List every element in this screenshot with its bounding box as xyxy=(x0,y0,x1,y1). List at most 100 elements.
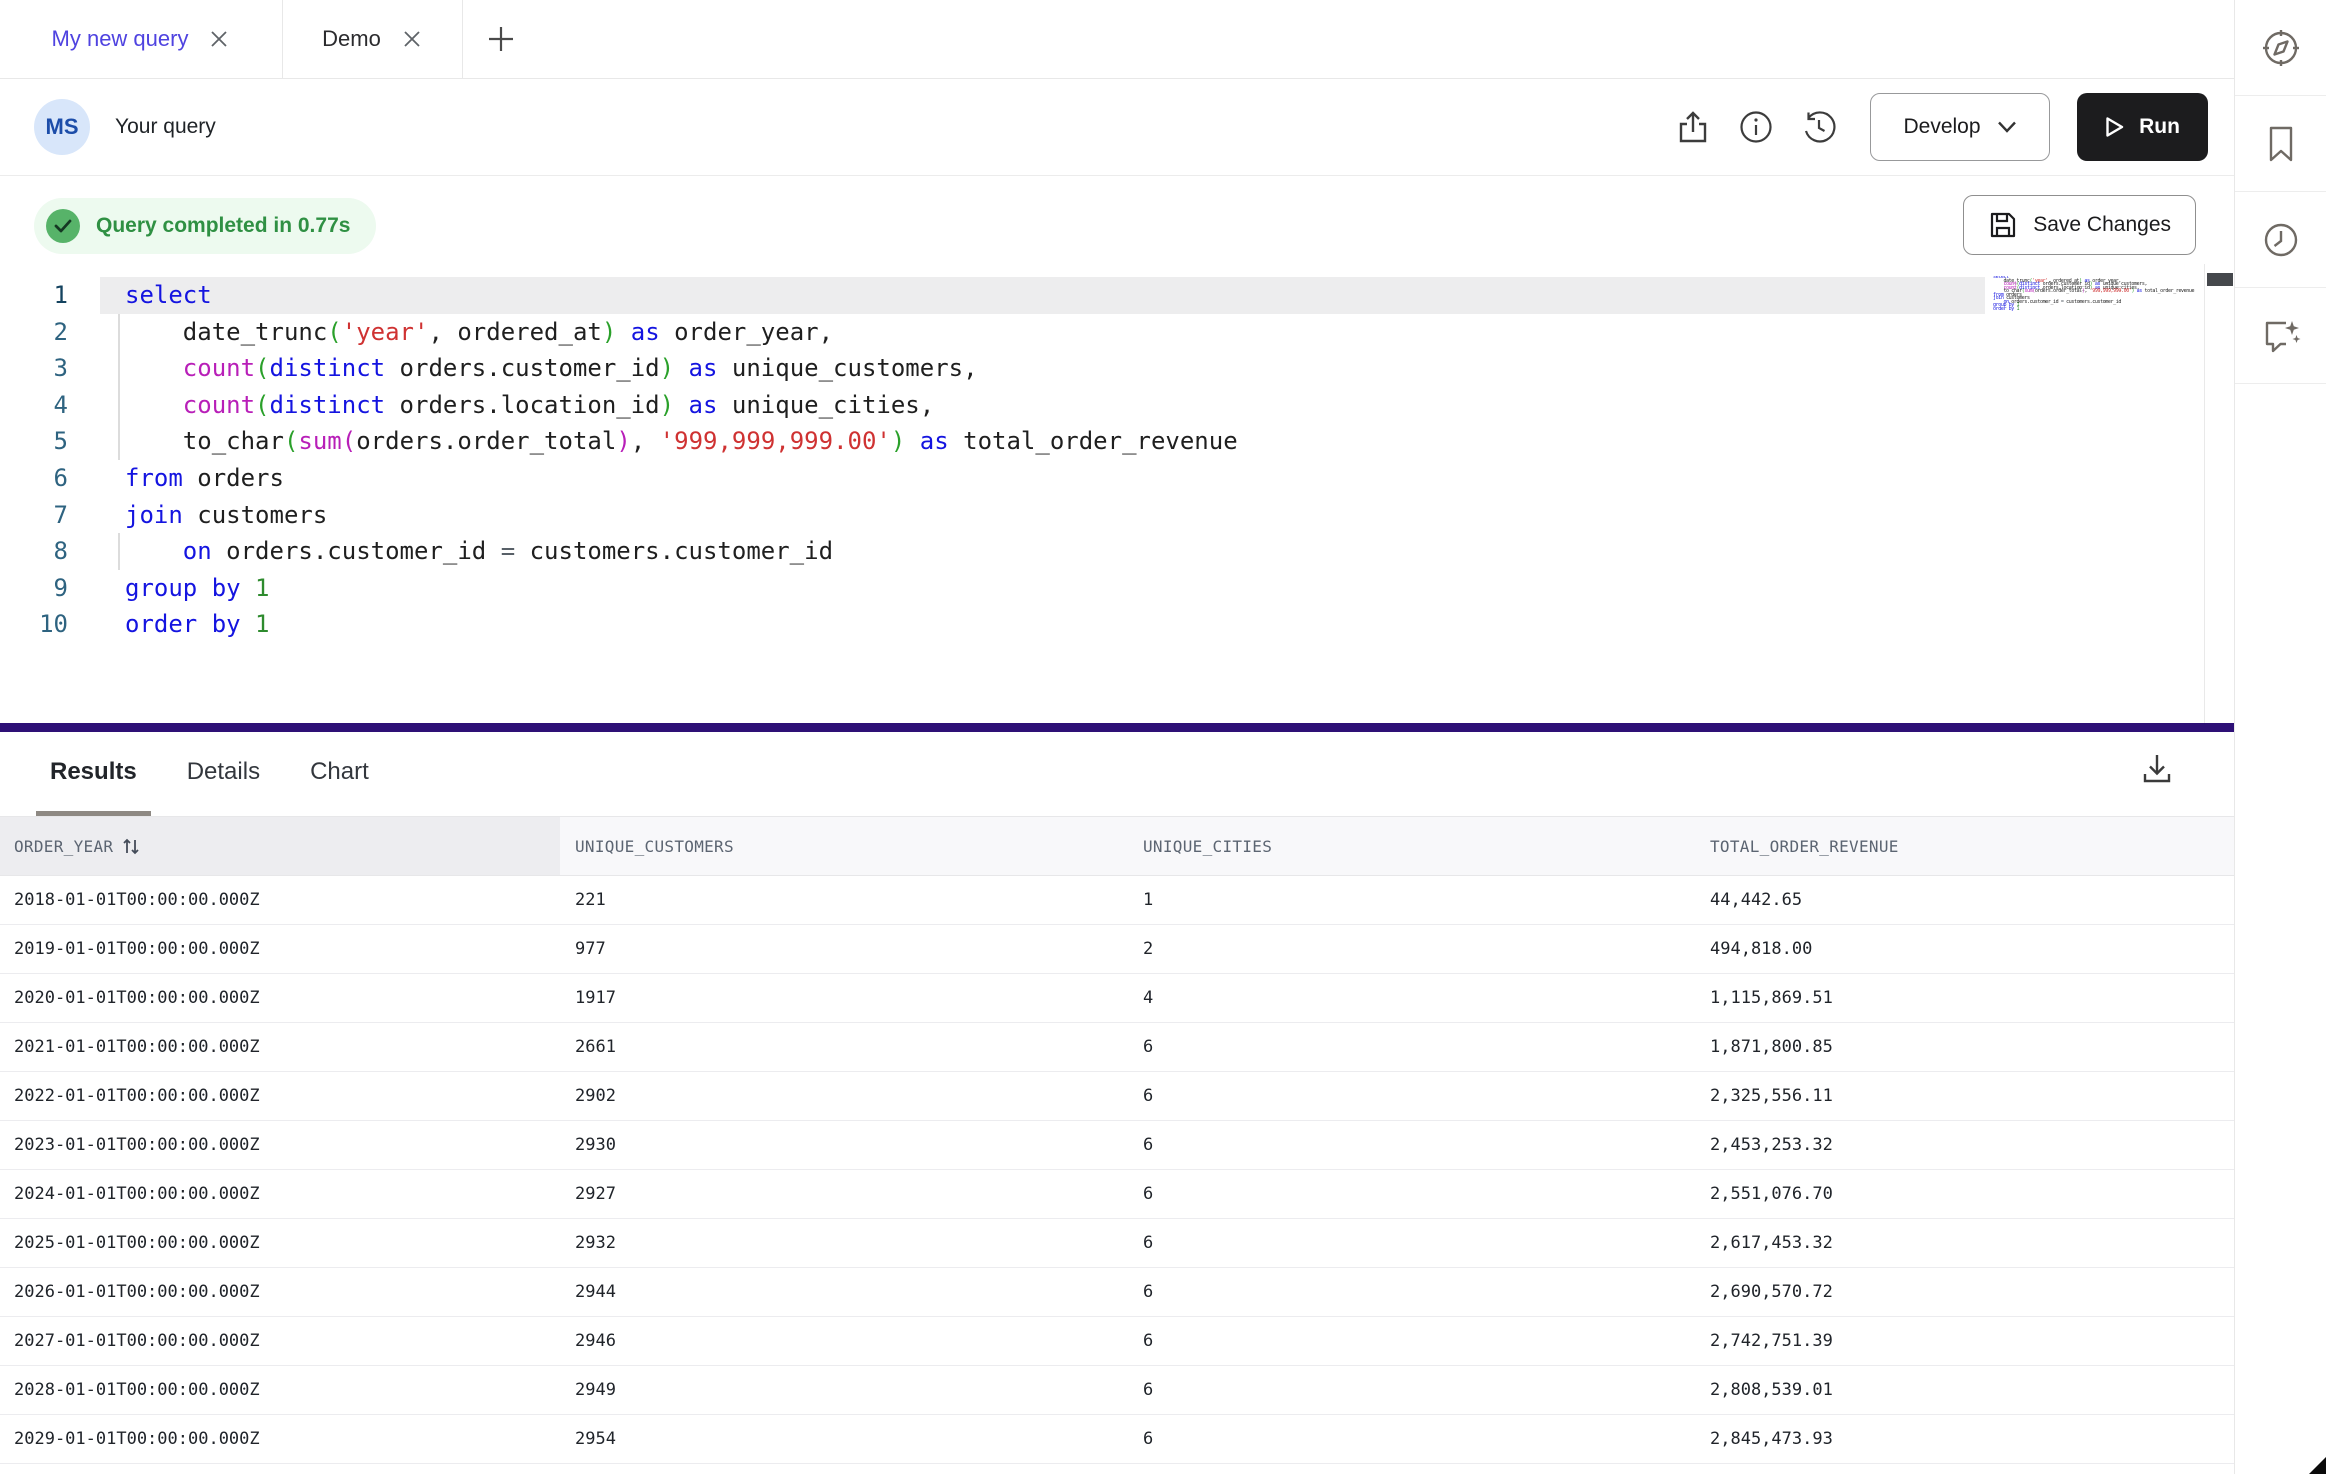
save-icon xyxy=(1988,210,2018,240)
table-cell: 2954 xyxy=(560,1415,1128,1463)
code-line[interactable]: 2 date_trunc('year', ordered_at) as orde… xyxy=(0,314,2234,351)
line-number: 3 xyxy=(0,350,68,387)
sql-editor[interactable]: 1select2 date_trunc('year', ordered_at) … xyxy=(0,264,2234,723)
results-grid-header: ORDER_YEAR UNIQUE_CUSTOMERS UNIQUE_CITIEST… xyxy=(0,816,2234,876)
run-label: Run xyxy=(2139,115,2180,139)
run-button[interactable]: Run xyxy=(2077,93,2208,161)
column-header-order_year[interactable]: ORDER_YEAR xyxy=(0,817,560,875)
table-cell: 2 xyxy=(1128,925,1696,973)
table-cell: 2024-01-01T00:00:00.000Z xyxy=(0,1170,560,1218)
column-header-unique_cities[interactable]: UNIQUE_CITIES xyxy=(1128,817,1696,875)
table-cell: 2026-01-01T00:00:00.000Z xyxy=(0,1268,560,1316)
code-line[interactable]: 6from orders xyxy=(0,460,2234,497)
info-icon[interactable] xyxy=(1737,108,1775,146)
panel-resize-divider[interactable] xyxy=(0,723,2234,732)
close-icon[interactable] xyxy=(208,28,230,50)
share-icon[interactable] xyxy=(1674,108,1712,146)
query-header: MS Your query Develop xyxy=(0,79,2234,176)
line-number: 2 xyxy=(0,314,68,351)
column-header-unique_customers[interactable]: UNIQUE_CUSTOMERS xyxy=(560,817,1128,875)
table-cell: 977 xyxy=(560,925,1128,973)
table-row[interactable]: 2018-01-01T00:00:00.000Z221144,442.65 xyxy=(0,876,2234,925)
table-cell: 221 xyxy=(560,876,1128,924)
tab-label: Chart xyxy=(310,758,369,786)
tab-label: My new query xyxy=(52,26,189,52)
line-number: 7 xyxy=(0,497,68,534)
close-icon[interactable] xyxy=(401,28,423,50)
tab-demo[interactable]: Demo xyxy=(283,0,463,78)
scrollbar-thumb[interactable] xyxy=(2207,273,2233,286)
add-tab-button[interactable] xyxy=(463,0,539,78)
code-line[interactable]: 5 to_char(sum(orders.order_total), '999,… xyxy=(0,423,2234,460)
sidebar-item-ai-comments[interactable] xyxy=(2235,288,2326,384)
table-row[interactable]: 2028-01-01T00:00:00.000Z294962,808,539.0… xyxy=(0,1366,2234,1415)
results-panel: Results Details Chart ORDER_YEAR UNIQUE_C… xyxy=(0,732,2234,1474)
code-line[interactable]: 7join customers xyxy=(0,497,2234,534)
table-row[interactable]: 2026-01-01T00:00:00.000Z294462,690,570.7… xyxy=(0,1268,2234,1317)
table-row[interactable]: 2023-01-01T00:00:00.000Z293062,453,253.3… xyxy=(0,1121,2234,1170)
sidebar-item-history[interactable] xyxy=(2235,192,2326,288)
table-cell: 2,551,076.70 xyxy=(1696,1170,2234,1218)
table-row[interactable]: 2024-01-01T00:00:00.000Z292762,551,076.7… xyxy=(0,1170,2234,1219)
sidebar-item-explore[interactable] xyxy=(2235,0,2326,96)
column-label: UNIQUE_CUSTOMERS xyxy=(575,837,734,856)
code-line[interactable]: 4 count(distinct orders.location_id) as … xyxy=(0,387,2234,424)
line-number: 4 xyxy=(0,387,68,424)
table-cell: 6 xyxy=(1128,1415,1696,1463)
table-cell: 6 xyxy=(1128,1121,1696,1169)
save-changes-button[interactable]: Save Changes xyxy=(1963,195,2196,255)
tab-my-new-query[interactable]: My new query xyxy=(0,0,283,78)
table-cell: 2,742,751.39 xyxy=(1696,1317,2234,1365)
code-lines: 1select2 date_trunc('year', ordered_at) … xyxy=(0,277,2234,643)
table-cell: 2,845,473.93 xyxy=(1696,1415,2234,1463)
table-cell: 2902 xyxy=(560,1072,1128,1120)
avatar[interactable]: MS xyxy=(34,99,90,155)
tab-label: Details xyxy=(187,758,260,786)
results-grid-body: 2018-01-01T00:00:00.000Z221144,442.65201… xyxy=(0,876,2234,1464)
table-row[interactable]: 2020-01-01T00:00:00.000Z191741,115,869.5… xyxy=(0,974,2234,1023)
tab-results[interactable]: Results xyxy=(36,732,151,816)
tab-label: Results xyxy=(50,758,137,786)
line-number: 9 xyxy=(0,570,68,607)
develop-button[interactable]: Develop xyxy=(1870,93,2050,161)
column-header-total_order_revenue[interactable]: TOTAL_ORDER_REVENUE xyxy=(1696,817,2234,875)
code-line[interactable]: 3 count(distinct orders.customer_id) as … xyxy=(0,350,2234,387)
code-line[interactable]: 9group by 1 xyxy=(0,570,2234,607)
table-cell: 6 xyxy=(1128,1219,1696,1267)
check-icon xyxy=(46,209,80,243)
download-results-button[interactable] xyxy=(2137,748,2177,788)
query-tab-bar: My new query Demo xyxy=(0,0,2234,79)
table-cell: 1,871,800.85 xyxy=(1696,1023,2234,1071)
history-icon[interactable] xyxy=(1800,108,1838,146)
table-row[interactable]: 2027-01-01T00:00:00.000Z294662,742,751.3… xyxy=(0,1317,2234,1366)
code-line[interactable]: 1select xyxy=(0,277,2234,314)
column-label: ORDER_YEAR xyxy=(14,837,113,856)
tab-chart[interactable]: Chart xyxy=(296,732,383,816)
table-row[interactable]: 2021-01-01T00:00:00.000Z266161,871,800.8… xyxy=(0,1023,2234,1072)
table-cell: 2,325,556.11 xyxy=(1696,1072,2234,1120)
table-cell: 6 xyxy=(1128,1170,1696,1218)
download-icon xyxy=(2139,750,2175,786)
table-row[interactable]: 2019-01-01T00:00:00.000Z9772494,818.00 xyxy=(0,925,2234,974)
table-cell: 2,453,253.32 xyxy=(1696,1121,2234,1169)
table-row[interactable]: 2022-01-01T00:00:00.000Z290262,325,556.1… xyxy=(0,1072,2234,1121)
editor-minimap[interactable]: select date_trunc('year', ordered_at) as… xyxy=(1993,276,2213,336)
table-cell: 2023-01-01T00:00:00.000Z xyxy=(0,1121,560,1169)
table-cell: 6 xyxy=(1128,1366,1696,1414)
line-number: 5 xyxy=(0,423,68,460)
table-row[interactable]: 2029-01-01T00:00:00.000Z295462,845,473.9… xyxy=(0,1415,2234,1464)
editor-scrollbar[interactable] xyxy=(2204,264,2234,723)
code-line[interactable]: 8 on orders.customer_id = customers.cust… xyxy=(0,533,2234,570)
table-cell: 2025-01-01T00:00:00.000Z xyxy=(0,1219,560,1267)
query-status-badge: Query completed in 0.77s xyxy=(34,198,376,254)
ai-comment-icon xyxy=(2259,314,2303,358)
sidebar-item-bookmarks[interactable] xyxy=(2235,96,2326,192)
table-row[interactable]: 2025-01-01T00:00:00.000Z293262,617,453.3… xyxy=(0,1219,2234,1268)
table-cell: 2930 xyxy=(560,1121,1128,1169)
tab-details[interactable]: Details xyxy=(173,732,274,816)
code-line[interactable]: 10order by 1 xyxy=(0,606,2234,643)
corner-resize-grip xyxy=(2309,1457,2326,1474)
table-cell: 2927 xyxy=(560,1170,1128,1218)
table-cell: 2029-01-01T00:00:00.000Z xyxy=(0,1415,560,1463)
table-cell: 4 xyxy=(1128,974,1696,1022)
